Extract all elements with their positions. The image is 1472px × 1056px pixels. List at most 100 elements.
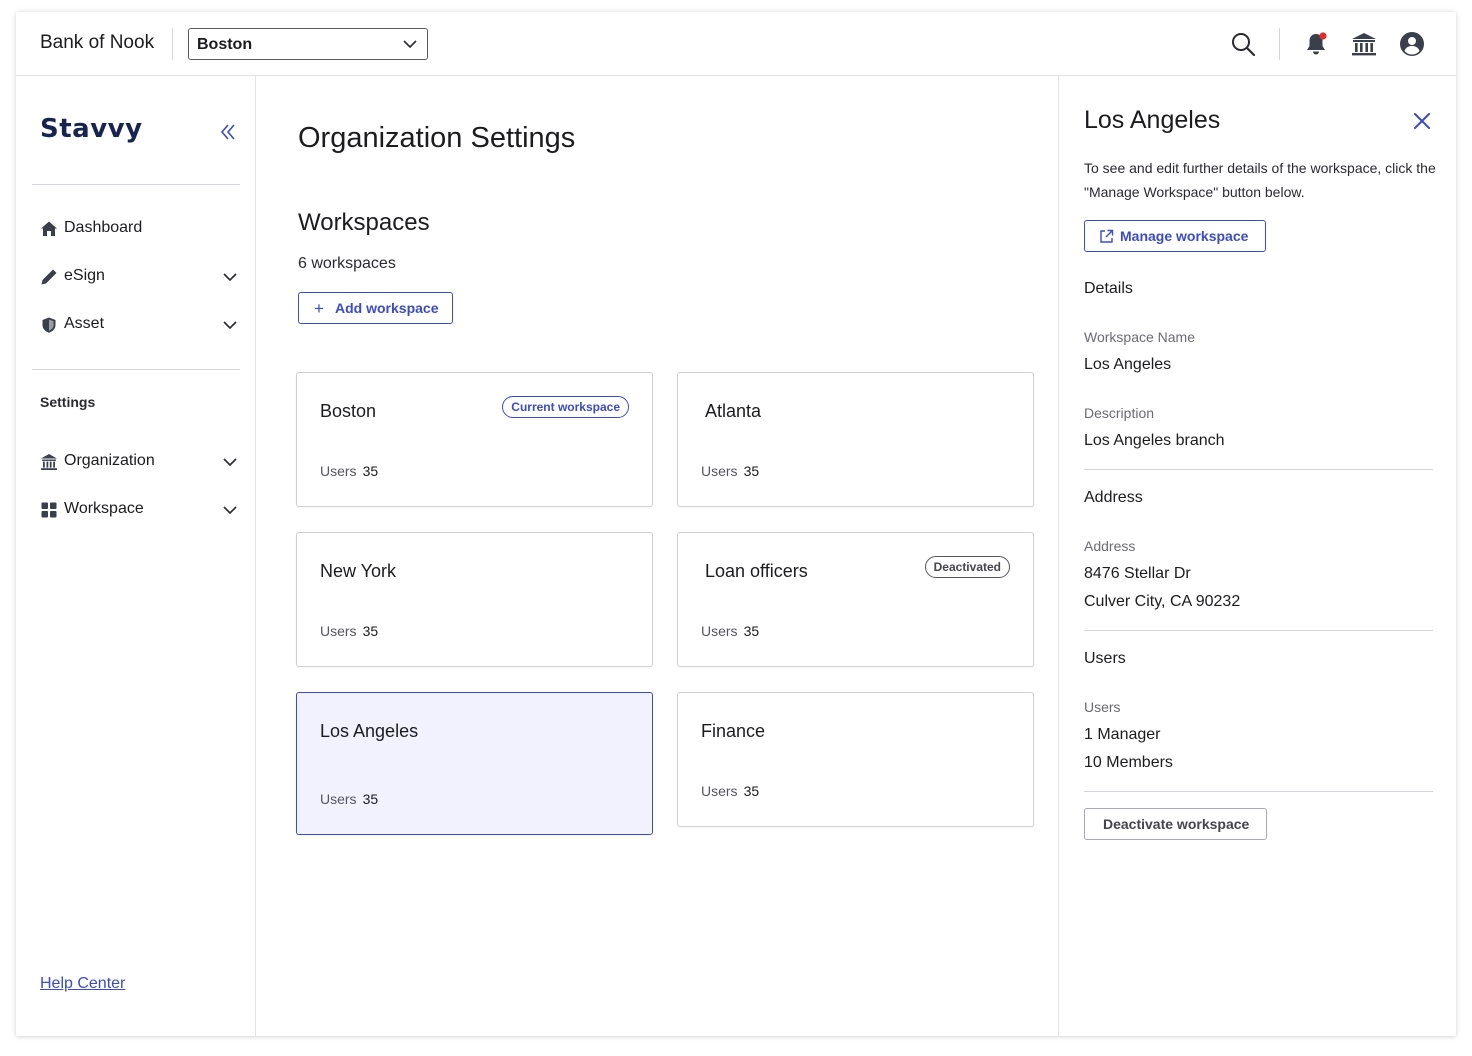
deactivate-workspace-button[interactable]: Deactivate workspace [1084, 808, 1267, 840]
users-label: Users [320, 791, 357, 807]
sidebar-item-label: Asset [64, 315, 105, 332]
description-value: Los Angeles branch [1084, 432, 1225, 449]
users-manager: 1 Manager [1084, 726, 1161, 743]
home-icon [41, 221, 57, 236]
add-workspace-button[interactable]: + Add workspace [298, 292, 453, 324]
address-line-2: Culver City, CA 90232 [1084, 593, 1241, 610]
chevron-down-icon [223, 506, 237, 515]
workspace-card[interactable]: Finance Users 35 [677, 692, 1034, 827]
workspace-card[interactable]: New York Users 35 [296, 532, 653, 667]
divider [1084, 469, 1433, 470]
users-label: Users [701, 623, 738, 639]
help-center-link[interactable]: Help Center [40, 975, 125, 993]
panel-description: To see and edit further details of the w… [1084, 160, 1436, 200]
divider [1279, 28, 1280, 60]
sidebar-item-organization[interactable]: Organization [32, 442, 240, 482]
sidebar-item-label: Dashboard [64, 219, 143, 236]
app-frame: Bank of Nook Boston Stavvy Dashboard eSi… [16, 12, 1456, 1036]
search-button[interactable] [1227, 28, 1259, 60]
workspace-card-users: Users 35 [701, 623, 759, 639]
users-count: 35 [362, 463, 379, 479]
workspace-card-users: Users 35 [320, 791, 378, 807]
users-label: Users [701, 783, 738, 799]
workspace-card[interactable]: Loan officers Deactivated Users 35 [677, 532, 1034, 667]
chevron-down-icon [223, 458, 237, 467]
main-content: Organization Settings Workspaces 6 works… [256, 76, 1058, 1036]
address-line-1: 8476 Stellar Dr [1084, 565, 1191, 582]
deactivated-badge: Deactivated [924, 556, 1010, 578]
workspace-count: 6 workspaces [298, 255, 396, 272]
grid-icon [41, 502, 57, 518]
workspace-card[interactable]: Atlanta Users 35 [677, 372, 1034, 507]
users-label: Users [701, 463, 738, 479]
workspace-card-title: Loan officers [705, 561, 808, 581]
notifications-button[interactable] [1300, 28, 1332, 60]
sidebar-item-label: Workspace [64, 500, 144, 517]
workspace-card[interactable]: Boston Current workspace Users 35 [296, 372, 653, 507]
sidebar-item-esign[interactable]: eSign [32, 257, 240, 297]
sidebar-item-dashboard[interactable]: Dashboard [32, 209, 240, 249]
chevron-down-icon [403, 40, 417, 49]
section-title: Workspaces [298, 209, 430, 236]
workspace-select[interactable]: Boston [188, 28, 428, 60]
pen-icon [41, 269, 57, 285]
users-label: Users [1084, 699, 1121, 715]
panel-title: Los Angeles [1084, 106, 1221, 134]
workspace-card-title: Finance [701, 721, 766, 741]
details-heading: Details [1084, 280, 1133, 297]
chevrons-left-icon[interactable] [216, 120, 240, 144]
logo: Stavvy [40, 114, 143, 144]
current-workspace-badge: Current workspace [502, 396, 629, 418]
workspace-card-users: Users 35 [320, 623, 378, 639]
description-label: Description [1084, 405, 1155, 421]
workspace-card-title: New York [320, 561, 397, 581]
divider [32, 369, 240, 370]
close-icon[interactable] [1411, 110, 1433, 132]
deactivate-workspace-label: Deactivate workspace [1103, 816, 1250, 832]
divider [1084, 791, 1433, 792]
users-count: 35 [743, 463, 760, 479]
divider [32, 184, 240, 185]
organization-button[interactable] [1348, 28, 1380, 60]
sidebar: Stavvy Dashboard eSign Asset Settings Or… [16, 76, 256, 1036]
sidebar-item-workspace[interactable]: Workspace [32, 490, 240, 530]
workspace-card-users: Users 35 [320, 463, 378, 479]
users-label: Users [320, 623, 357, 639]
search-icon [1232, 33, 1256, 57]
chevron-down-icon [223, 321, 237, 330]
chevron-down-icon [223, 273, 237, 282]
users-count: 35 [743, 623, 760, 639]
sidebar-item-asset[interactable]: Asset [32, 305, 240, 345]
bank-icon [41, 454, 57, 470]
bell-icon [1307, 32, 1327, 55]
org-name: Bank of Nook [40, 32, 155, 53]
page-title: Organization Settings [298, 122, 576, 154]
workspace-detail-panel: Los Angeles To see and edit further deta… [1058, 76, 1456, 1036]
workspace-card-users: Users 35 [701, 783, 759, 799]
users-count: 35 [362, 623, 379, 639]
divider [172, 28, 173, 60]
users-label: Users [320, 463, 357, 479]
top-bar: Bank of Nook Boston [16, 12, 1456, 76]
workspace-card-title: Boston [320, 401, 377, 421]
workspace-card-title: Los Angeles [320, 721, 419, 741]
plus-icon: + [314, 299, 324, 318]
address-heading: Address [1084, 489, 1143, 506]
workspace-card-selected[interactable]: Los Angeles Users 35 [296, 692, 653, 835]
manage-workspace-button[interactable]: Manage workspace [1084, 220, 1266, 252]
profile-button[interactable] [1396, 28, 1428, 60]
users-members: 10 Members [1084, 754, 1173, 771]
workspace-card-users: Users 35 [701, 463, 759, 479]
shield-icon [42, 317, 56, 333]
divider [1084, 630, 1433, 631]
workspace-select-value: Boston [197, 36, 253, 53]
settings-section-label: Settings [40, 394, 96, 410]
address-label: Address [1084, 538, 1136, 554]
workspace-card-title: Atlanta [705, 401, 762, 421]
sidebar-item-label: eSign [64, 267, 105, 284]
users-heading: Users [1084, 650, 1126, 667]
users-count: 35 [743, 783, 760, 799]
manage-workspace-label: Manage workspace [1120, 228, 1249, 244]
user-icon [1400, 32, 1424, 56]
workspace-name-label: Workspace Name [1084, 329, 1196, 345]
